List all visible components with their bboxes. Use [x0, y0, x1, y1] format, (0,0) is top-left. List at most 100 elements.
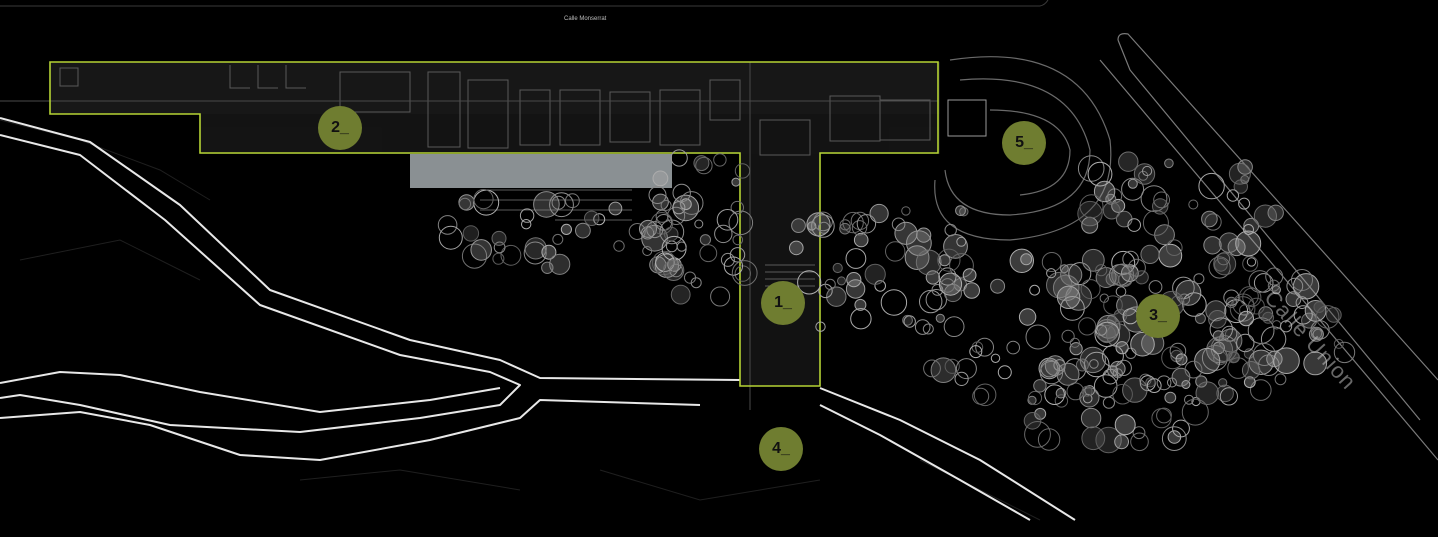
tree-symbol [885, 241, 906, 262]
tree-symbol [943, 316, 965, 338]
tree-symbol [919, 289, 943, 314]
zone-marker-1[interactable]: 1_ [761, 281, 805, 325]
tree-symbol [839, 222, 851, 235]
tree-symbol [552, 233, 564, 245]
zone-marker-2[interactable]: 2_ [318, 106, 362, 150]
tree-symbol [473, 189, 500, 216]
tree-symbol [845, 248, 867, 269]
tree-symbol [1140, 244, 1160, 264]
tree-symbol [962, 268, 977, 283]
tree-symbol [938, 272, 963, 296]
tree-symbol [1134, 270, 1149, 285]
tree-symbol [791, 218, 806, 234]
tree-symbol [1059, 264, 1069, 274]
tree-symbol [1238, 310, 1254, 327]
tree-symbol [1194, 347, 1221, 375]
tree-symbol [997, 365, 1012, 380]
tree-symbol [1114, 414, 1136, 436]
tree-symbol [864, 263, 886, 285]
tree-symbol [1201, 210, 1218, 228]
tree-symbol [1122, 377, 1148, 403]
tree-symbol [1006, 340, 1021, 355]
tree-symbol [914, 319, 931, 335]
tree-symbol [714, 224, 733, 244]
tree-symbol [584, 210, 600, 227]
tree-symbol [1267, 204, 1284, 222]
tree-symbol [1133, 163, 1156, 185]
zone-marker-4[interactable]: 4_ [759, 427, 803, 471]
tree-symbol [473, 189, 494, 210]
tree-symbol [1203, 236, 1222, 255]
tree-symbol [1023, 412, 1042, 430]
tree-symbol [1208, 310, 1227, 329]
tree-symbol [1213, 252, 1237, 276]
kiosk-structure [947, 99, 987, 137]
tree-symbol [1109, 360, 1126, 377]
site-plan-map: Calle Monserrat Calle Union 1_ 2_ 3_ 4_ … [0, 0, 1438, 537]
tree-symbol [438, 225, 463, 250]
tree-symbol [1156, 375, 1172, 391]
tree-symbol [1097, 324, 1116, 344]
tree-symbol [699, 234, 712, 246]
tree-symbol [975, 337, 994, 357]
tree-symbol [973, 383, 997, 407]
tree-symbol [519, 208, 535, 223]
tree-symbol [694, 219, 704, 229]
tree-symbol [1102, 201, 1121, 220]
tree-symbol [1167, 430, 1182, 444]
tree-symbol [662, 259, 685, 281]
tree-symbol [1115, 286, 1127, 297]
tree-symbol [901, 206, 911, 216]
tree-symbol [1081, 385, 1093, 397]
tree-symbol [1164, 158, 1174, 169]
tree-symbol [683, 271, 697, 284]
tree-symbol [549, 253, 571, 275]
tree-symbol [676, 241, 687, 252]
tree-symbol [1093, 180, 1116, 203]
street-label-calle-monserrat: Calle Monserrat [564, 16, 607, 22]
tree-symbol [1198, 172, 1225, 200]
tree-symbol [1274, 373, 1287, 386]
tree-symbol [1273, 347, 1300, 375]
tree-symbol [955, 205, 966, 217]
zone-marker-5[interactable]: 5_ [1002, 121, 1046, 165]
tree-symbol [1056, 362, 1080, 386]
tree-symbol [1195, 381, 1220, 406]
zone-marker-3[interactable]: 3_ [1136, 294, 1180, 338]
tree-symbol [665, 240, 678, 253]
tree-symbol [869, 203, 889, 224]
tree-symbol [699, 244, 718, 263]
tree-symbol [1181, 398, 1209, 426]
tree-symbol [972, 387, 990, 405]
tree-symbol [1069, 342, 1083, 356]
tree-symbol [880, 289, 908, 316]
tree-symbol [1056, 285, 1081, 309]
tree-symbol [1018, 308, 1037, 326]
tree-symbol [938, 254, 951, 267]
tree-symbol [971, 341, 984, 354]
tree-symbol [1240, 175, 1250, 184]
tree-symbol [1102, 396, 1116, 409]
tree-symbol [1148, 280, 1163, 294]
tree-symbol [854, 298, 867, 311]
tree-symbol [1111, 263, 1135, 287]
tree-symbol [1081, 426, 1106, 451]
tree-symbol [1265, 267, 1284, 286]
tree-symbol [1175, 353, 1188, 366]
tree-symbol [935, 313, 945, 323]
tree-symbol [1164, 391, 1177, 404]
tree-symbol [1151, 408, 1172, 429]
tree-symbol [1171, 367, 1191, 387]
tree-symbol [850, 308, 872, 330]
tree-symbol [560, 223, 573, 235]
tree-symbol [930, 357, 957, 384]
tree-symbol [1025, 324, 1051, 350]
tree-symbol [670, 284, 691, 305]
tree-symbol [1114, 434, 1129, 450]
tree-symbol [832, 262, 843, 274]
tree-symbol [575, 222, 591, 239]
tree-symbol [1127, 178, 1138, 189]
tree-symbol [1079, 346, 1107, 374]
tree-symbol [716, 209, 739, 231]
tree-symbol [1226, 189, 1240, 202]
